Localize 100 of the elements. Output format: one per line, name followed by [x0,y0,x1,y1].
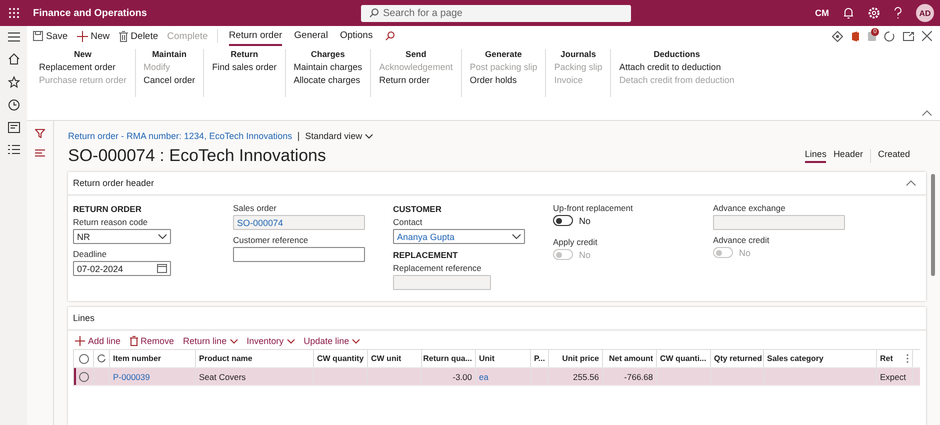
column-header[interactable]: Qty returned [714,354,762,363]
table-row[interactable]: P-000039 Seat Covers -3.00 ea 255.56 -766.68 Expect [74,368,920,386]
field-label: Advance exchange [713,203,786,213]
dropdown-field[interactable]: NR [73,229,171,244]
field-label: Contact [393,217,424,227]
menu-icon[interactable] [8,32,20,42]
ribbon-command[interactable]: Attach credit to deduction [619,62,721,72]
group-title: Send [406,49,426,59]
collapse-icon[interactable] [922,110,932,116]
group-title: Return [230,49,258,59]
column-header[interactable]: Item number [113,354,162,363]
field-label: Apply credit [553,237,598,247]
office-icon[interactable] [851,30,860,42]
group-heading: CUSTOMER [393,204,442,214]
help-icon[interactable] [894,7,902,19]
table-cell: 255.56 [573,372,599,382]
more-icon[interactable] [906,354,909,363]
toolbar-button[interactable]: New [76,30,110,42]
app-launcher-icon[interactable] [9,8,19,18]
group-title: Journals [560,49,596,59]
collapse-icon[interactable] [906,180,916,186]
workspace-icon[interactable] [8,122,20,133]
breadcrumb-link[interactable]: Return order - RMA number: 1234, EcoTech Innovations [68,131,292,141]
field-label: Sales order [233,203,278,213]
column-header[interactable]: P... [534,354,545,363]
home-icon[interactable] [8,53,20,65]
ribbon-command[interactable]: Replacement order [39,62,116,72]
select-all-radio[interactable] [78,354,88,364]
table-cell: Expect [880,372,906,382]
view-tab[interactable]: Created [878,149,910,163]
settings-icon[interactable] [868,7,880,19]
bell-icon[interactable] [843,7,854,19]
group-title: New [74,49,92,59]
lines-action-button[interactable]: Remove [130,336,174,346]
toggle-value: No [579,250,591,260]
lines-action-button[interactable]: Add line [75,336,121,346]
view-tab[interactable]: Header [833,149,863,163]
search-icon [369,8,379,18]
ribbon-command[interactable]: Cancel order [144,75,196,85]
section-title[interactable]: Lines [73,313,95,323]
column-header[interactable]: Net amount [609,354,653,363]
filter-icon[interactable] [35,129,45,138]
view-selector[interactable]: Standard view [305,131,374,141]
ribbon-command[interactable]: Find sales order [212,62,277,72]
dropdown-field[interactable]: Ananya Gupta [393,229,525,244]
date-field[interactable]: 07-02-2024 [73,261,171,276]
close-icon[interactable] [922,31,932,41]
text-field[interactable] [233,247,365,262]
row-radio[interactable] [78,372,88,382]
diamond-icon[interactable] [832,30,843,42]
field-label: Deadline [73,249,108,259]
column-header[interactable]: Unit [479,354,495,363]
toolbar-button[interactable]: Delete [118,30,158,42]
avatar[interactable]: AD [916,4,934,22]
table-cell[interactable]: ea [479,372,488,382]
page-title: SO-000074 : EcoTech Innovations [68,146,326,166]
search-icon[interactable] [384,31,395,41]
ribbon-command[interactable]: Maintain charges [294,62,362,72]
lines-action-button[interactable]: Inventory [246,336,295,346]
search-field[interactable]: Search for a page [361,4,631,22]
list-icon[interactable] [8,144,20,155]
refresh-icon[interactable] [97,354,106,363]
view-tab[interactable]: Lines [804,149,826,163]
column-header[interactable]: Product name [199,354,252,363]
refresh-icon[interactable] [884,30,895,42]
chevron-down-icon [158,234,167,239]
section-title[interactable]: Return order header [73,178,154,188]
toolbar-button[interactable]: Save [33,30,68,42]
column-header[interactable]: Return qua... [423,354,472,363]
lines-action-button[interactable]: Update line [304,336,360,346]
chevron-down-icon [286,338,295,344]
group-title: Charges [310,49,345,59]
field-label: Return reason code [73,217,149,227]
ribbon-tab[interactable]: Options [340,26,373,46]
ribbon-command[interactable]: Allocate charges [294,75,360,85]
ribbon-tab[interactable]: General [294,26,328,46]
lines-icon[interactable] [35,149,45,157]
star-icon[interactable] [8,76,20,88]
ribbon-tab[interactable]: Return order [228,26,282,46]
column-header[interactable]: Sales category [767,354,824,363]
scrollbar-thumb[interactable] [931,174,935,276]
chevron-down-icon [365,134,374,138]
chevron-down-icon [352,338,360,344]
column-header[interactable]: Ret [880,354,893,363]
company-code[interactable]: CM [815,8,829,18]
calendar-icon [157,264,167,273]
toggle-switch[interactable] [553,215,573,226]
open-in-window-icon[interactable] [903,32,914,40]
ribbon-command[interactable]: Order holds [470,75,517,85]
table-cell: -766.68 [624,372,653,382]
toggle-value: No [579,216,591,226]
column-header[interactable]: CW unit [371,354,402,363]
column-header[interactable]: CW quanti... [660,354,706,363]
ribbon-command[interactable]: Return order [379,75,430,85]
column-header[interactable]: Unit price [562,354,599,363]
table-cell: -3.00 [452,372,472,382]
clock-icon[interactable] [8,99,20,111]
column-header[interactable]: CW quantity [317,354,364,363]
lines-action-button[interactable]: Return line [183,336,238,346]
table-cell[interactable]: P-000039 [113,372,150,382]
